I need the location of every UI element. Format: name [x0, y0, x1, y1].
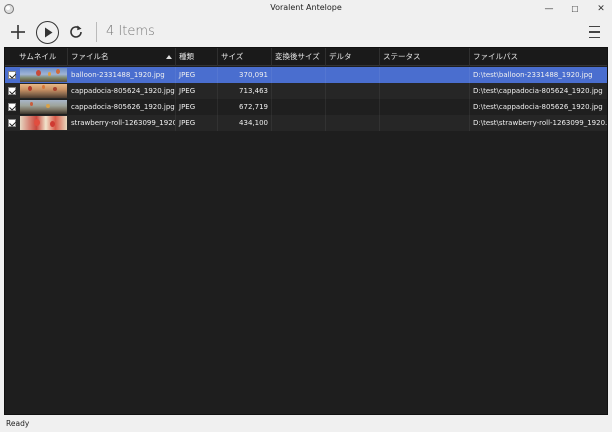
- window-title: Voralent Antelope: [270, 3, 342, 12]
- row-checkbox[interactable]: [8, 119, 16, 127]
- minimize-button[interactable]: —: [540, 0, 558, 18]
- cell-size: 434,100: [218, 115, 272, 131]
- cell-delta: [326, 67, 380, 83]
- thumbnail-image: [20, 116, 67, 130]
- cell-delta: [326, 115, 380, 131]
- cell-status: [380, 99, 470, 115]
- cell-filename: cappadocia-805626_1920.jpg: [68, 99, 176, 115]
- refresh-icon: [70, 25, 82, 38]
- start-conversion-button[interactable]: [36, 21, 59, 44]
- cell-status: [380, 115, 470, 131]
- cell-size: 370,091: [218, 67, 272, 83]
- cell-type: JPEG: [176, 99, 218, 115]
- cell-converted-size: [272, 83, 326, 99]
- cell-path: D:\test\strawberry-roll-1263099_1920.jpg: [473, 119, 607, 127]
- cell-converted-size: [272, 67, 326, 83]
- cell-path: D:\test\cappadocia-805624_1920.jpg: [473, 87, 603, 95]
- thumbnail-image: [20, 84, 67, 98]
- thumbnail-image: [20, 100, 67, 114]
- cell-filename: cappadocia-805624_1920.jpg: [68, 83, 176, 99]
- column-header-converted-size[interactable]: 変換後サイズ: [272, 48, 326, 66]
- item-count: 4 Items: [106, 24, 155, 39]
- grid-header: サムネイル ファイル名 種類 サイズ 変換後サイズ デルタ ステータス ファイル…: [5, 48, 607, 66]
- table-row[interactable]: strawberry-roll-1263099_1920.j... JPEG 4…: [5, 115, 607, 131]
- cell-filename: balloon-2331488_1920.jpg: [68, 67, 176, 83]
- cell-type: JPEG: [176, 115, 218, 131]
- table-row[interactable]: cappadocia-805626_1920.jpg JPEG 672,719 …: [5, 99, 607, 115]
- column-header-filename[interactable]: ファイル名: [68, 48, 176, 66]
- sort-ascending-icon: [166, 55, 172, 59]
- row-checkbox[interactable]: [8, 87, 16, 95]
- status-bar: Ready: [0, 416, 612, 432]
- add-button[interactable]: [8, 21, 28, 43]
- cell-converted-size: [272, 115, 326, 131]
- title-bar: Voralent Antelope — ☐ ✕: [0, 0, 612, 18]
- cell-status: [380, 83, 470, 99]
- thumbnail-image: [20, 68, 67, 82]
- cell-filename: strawberry-roll-1263099_1920.j...: [68, 115, 176, 131]
- toolbar-separator: [96, 22, 97, 42]
- play-icon: [44, 27, 52, 38]
- cell-delta: [326, 99, 380, 115]
- status-text: Ready: [6, 419, 30, 428]
- row-checkbox[interactable]: [8, 71, 16, 79]
- grid-rows: balloon-2331488_1920.jpg JPEG 370,091 D:…: [5, 67, 607, 131]
- cell-status: [380, 67, 470, 83]
- table-row[interactable]: balloon-2331488_1920.jpg JPEG 370,091 D:…: [5, 67, 607, 83]
- cell-delta: [326, 83, 380, 99]
- table-row[interactable]: cappadocia-805624_1920.jpg JPEG 713,463 …: [5, 83, 607, 99]
- plus-icon: [11, 25, 25, 39]
- column-header-delta[interactable]: デルタ: [326, 48, 380, 66]
- column-header-size[interactable]: サイズ: [218, 48, 272, 66]
- cell-type: JPEG: [176, 83, 218, 99]
- toolbar: 4 Items: [0, 18, 612, 46]
- column-header-type[interactable]: 種類: [176, 48, 218, 66]
- column-header-status[interactable]: ステータス: [380, 48, 470, 66]
- hamburger-menu-icon: [588, 24, 600, 40]
- cell-size: 672,719: [218, 99, 272, 115]
- cell-size: 713,463: [218, 83, 272, 99]
- column-header-thumbnail[interactable]: サムネイル: [5, 48, 68, 66]
- cell-path: D:\test\cappadocia-805626_1920.jpg: [473, 103, 603, 111]
- row-checkbox[interactable]: [8, 103, 16, 111]
- menu-button[interactable]: [586, 21, 602, 43]
- column-header-filename-label: ファイル名: [71, 52, 109, 61]
- column-header-path[interactable]: ファイルパス: [470, 48, 607, 66]
- file-grid[interactable]: サムネイル ファイル名 種類 サイズ 変換後サイズ デルタ ステータス ファイル…: [4, 47, 608, 415]
- cell-type: JPEG: [176, 67, 218, 83]
- cell-path: D:\test\balloon-2331488_1920.jpg: [473, 71, 593, 79]
- refresh-button[interactable]: [66, 21, 86, 43]
- cell-converted-size: [272, 99, 326, 115]
- close-button[interactable]: ✕: [592, 0, 610, 18]
- maximize-button[interactable]: ☐: [566, 0, 584, 18]
